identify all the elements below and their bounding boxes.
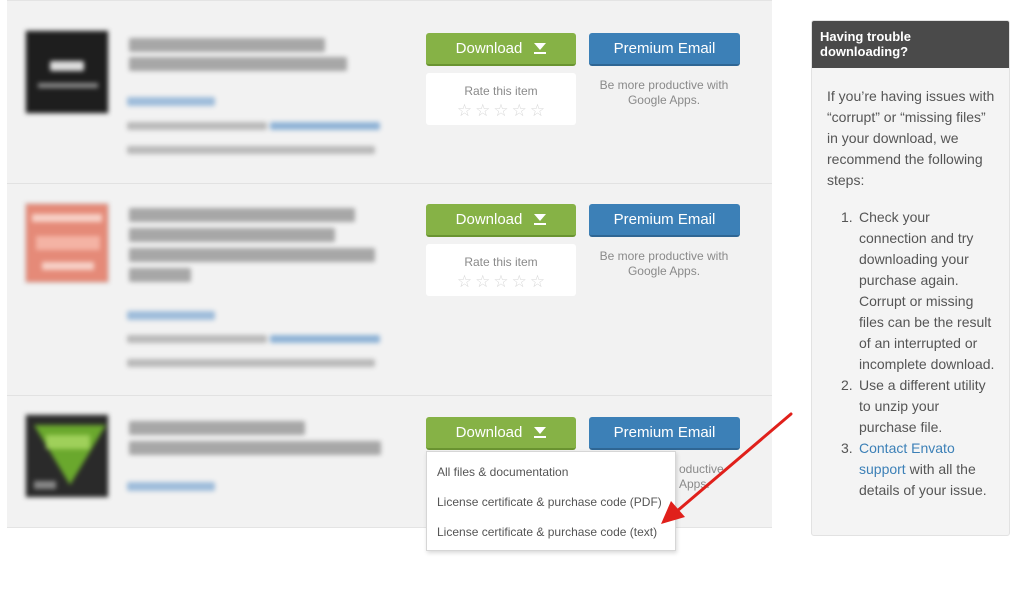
item-thumbnail[interactable]	[25, 414, 109, 498]
star-rating[interactable]: ☆ ☆ ☆ ☆ ☆	[426, 273, 576, 290]
star-icon[interactable]: ☆	[530, 273, 545, 290]
panel-body: If you’re having issues with “corrupt” o…	[812, 68, 1009, 501]
download-arrow-icon	[534, 427, 547, 438]
panel-intro: If you’re having issues with “corrupt” o…	[827, 88, 995, 188]
star-rating[interactable]: ☆ ☆ ☆ ☆ ☆	[426, 102, 576, 119]
download-options-menu: All files & documentation License certif…	[426, 451, 676, 551]
download-button[interactable]: Download	[426, 33, 576, 66]
panel-title: Having trouble downloading?	[812, 21, 1009, 68]
menu-item-license-pdf[interactable]: License certificate & purchase code (PDF…	[437, 495, 662, 509]
download-arrow-icon	[534, 214, 547, 225]
star-icon[interactable]: ☆	[475, 273, 490, 290]
star-icon[interactable]: ☆	[530, 102, 545, 119]
row-divider	[7, 183, 772, 184]
star-icon[interactable]: ☆	[493, 102, 508, 119]
trouble-downloading-panel: Having trouble downloading? If you’re ha…	[811, 20, 1010, 536]
item-thumbnail[interactable]	[25, 30, 109, 114]
downloads-list: Download Premium Email Rate this item ☆ …	[7, 0, 772, 528]
troubleshooting-steps: 1. Check your connection and try downloa…	[827, 207, 997, 501]
row-divider	[7, 395, 772, 396]
download-button[interactable]: Download	[426, 417, 576, 450]
download-arrow-icon	[534, 43, 547, 54]
step-item: 1. Check your connection and try downloa…	[841, 209, 995, 372]
productive-text: oductive Apps.	[679, 462, 724, 491]
star-icon[interactable]: ☆	[457, 102, 472, 119]
rate-item-label: Rate this item	[464, 84, 538, 98]
rate-item-box: Rate this item ☆ ☆ ☆ ☆ ☆	[426, 73, 576, 125]
star-icon[interactable]: ☆	[512, 273, 527, 290]
rate-item-box: Rate this item ☆ ☆ ☆ ☆ ☆	[426, 244, 576, 296]
step-item: 2. Use a different utility to unzip your…	[841, 377, 986, 435]
star-icon[interactable]: ☆	[475, 102, 490, 119]
rate-item-label: Rate this item	[464, 255, 538, 269]
step-item: 3. Contact Envato support with all the d…	[841, 440, 987, 498]
star-icon[interactable]: ☆	[493, 273, 508, 290]
premium-email-button[interactable]: Premium Email	[589, 204, 740, 237]
premium-email-button[interactable]: Premium Email	[589, 33, 740, 66]
menu-item-all-files[interactable]: All files & documentation	[437, 465, 568, 479]
item-thumbnail[interactable]	[25, 203, 109, 283]
downloads-page: Download Premium Email Rate this item ☆ …	[0, 0, 1015, 603]
productive-text: Be more productive with Google Apps.	[599, 249, 729, 278]
menu-item-license-text[interactable]: License certificate & purchase code (tex…	[437, 525, 657, 539]
download-button[interactable]: Download	[426, 204, 576, 237]
productive-text: Be more productive with Google Apps.	[599, 78, 729, 107]
premium-email-button[interactable]: Premium Email	[589, 417, 740, 450]
star-icon[interactable]: ☆	[512, 102, 527, 119]
star-icon[interactable]: ☆	[457, 273, 472, 290]
